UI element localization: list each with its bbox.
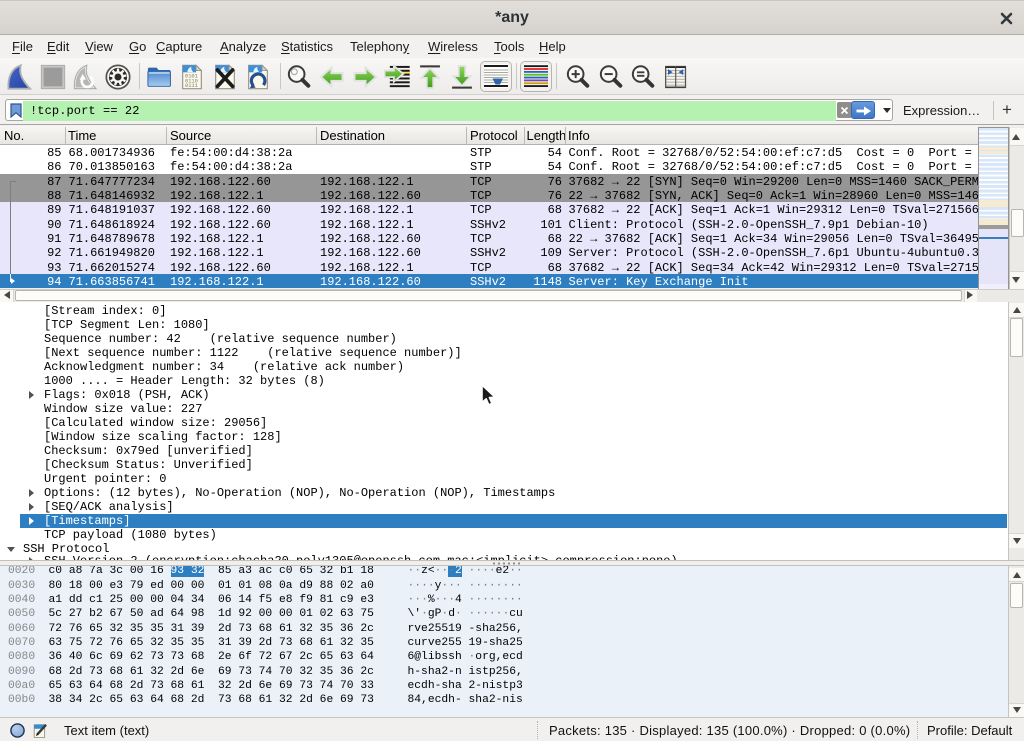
svg-text:0111: 0111 — [185, 83, 198, 89]
